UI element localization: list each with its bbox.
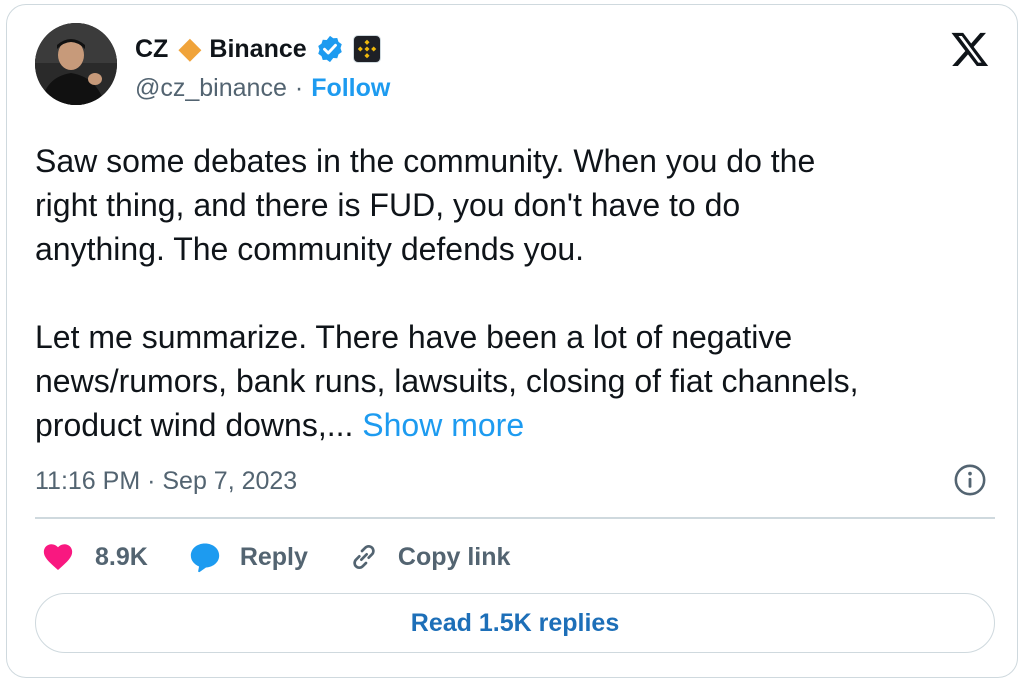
author-org-name[interactable]: Binance [209,35,306,64]
info-icon[interactable] [953,463,987,497]
tweet-line: right thing, and there is FUD, you don't… [35,187,741,223]
diamond-icon: ◆ [178,32,202,65]
like-button[interactable]: 8.9K [41,540,148,574]
author-name[interactable]: CZ [135,35,168,64]
tweet-line-text: product wind downs,... [35,407,354,443]
copy-link-label: Copy link [397,542,511,571]
verified-badge-icon [315,34,345,64]
action-bar: 8.9K Reply Copy link [41,537,550,577]
reply-label: Reply [239,542,308,571]
show-more-link[interactable]: Show more [362,407,524,443]
author-handle[interactable]: @cz_binance [135,74,287,103]
tweet-text: Saw some debates in the community. When … [35,139,995,447]
tweet-line: anything. The community defends you. [35,231,585,267]
read-replies-label: Read 1.5K replies [410,608,620,637]
heart-icon [41,540,75,574]
like-count: 8.9K [95,542,148,571]
x-logo-icon[interactable] [949,29,991,69]
copy-link-button[interactable]: Copy link [348,541,511,573]
author-name-row[interactable]: CZ ◆ Binance [135,33,381,65]
follow-link[interactable]: Follow [311,74,390,103]
divider [35,517,995,519]
tweet-line: Let me summarize. There have been a lot … [35,319,793,355]
tweet-line-last: product wind downs,... Show more [35,403,995,447]
separator: · [294,74,304,102]
tweet-line: Saw some debates in the community. When … [35,143,816,179]
avatar-photo-icon [35,23,117,105]
avatar[interactable] [35,23,117,105]
reply-button[interactable]: Reply [188,540,308,574]
timestamp[interactable]: 11:16 PM · Sep 7, 2023 [35,466,297,496]
tweet-line: news/rumors, bank runs, lawsuits, closin… [35,363,859,399]
tweet-card: CZ ◆ Binance @cz_binance · Follow Saw so… [6,4,1018,678]
link-icon [348,541,380,573]
handle-row: @cz_binance · Follow [135,74,390,103]
read-replies-button[interactable]: Read 1.5K replies [35,593,995,653]
binance-logo-icon[interactable] [352,35,381,63]
speech-bubble-icon [188,540,222,574]
